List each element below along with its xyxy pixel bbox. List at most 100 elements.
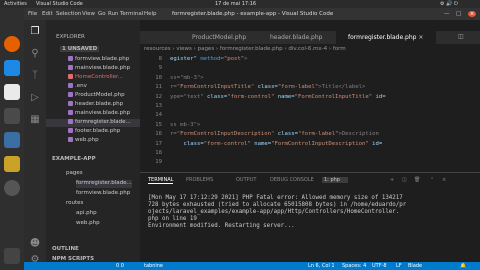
- text-editor-icon[interactable]: [4, 156, 20, 172]
- tree-item[interactable]: routes: [66, 200, 83, 208]
- open-editor-item[interactable]: ProductModel.php: [68, 92, 125, 100]
- open-editor-item[interactable]: .env: [68, 83, 87, 91]
- editor-tabs: ProductModel.php header.blade.php formre…: [140, 31, 480, 44]
- tree-label: formview.blade.php: [76, 190, 131, 196]
- tab-problems[interactable]: PROBLEMS: [186, 177, 213, 183]
- project-folder-header[interactable]: EXAMPLE-APP: [52, 156, 96, 162]
- problems-count[interactable]: 0 0: [116, 263, 124, 269]
- minimize-icon[interactable]: —: [444, 11, 450, 17]
- open-editor-item[interactable]: web.php: [68, 137, 99, 145]
- menu-file[interactable]: File: [28, 11, 37, 17]
- code-token: egister": [170, 56, 197, 62]
- app-grid-icon[interactable]: [4, 248, 20, 264]
- activities-label[interactable]: Activities: [4, 1, 27, 7]
- tab-terminal[interactable]: TERMINAL: [148, 177, 174, 184]
- split-terminal-icon[interactable]: ◫: [402, 177, 407, 183]
- open-editor-item[interactable]: mainview.blade.php: [68, 65, 130, 73]
- tree-item[interactable]: pages: [66, 170, 83, 178]
- code-token: FormControlInputTitle: [180, 84, 251, 91]
- menu-edit[interactable]: Edit: [42, 11, 53, 17]
- vscode-icon[interactable]: [4, 60, 20, 76]
- menu-selection[interactable]: Selection: [56, 11, 81, 17]
- line-number: 11: [155, 84, 162, 91]
- cursor-position[interactable]: Ln 6, Col 1: [308, 263, 335, 269]
- tab-productmodel[interactable]: ProductModel.php: [180, 31, 258, 44]
- code-editor[interactable]: 8 egister" method="post"> 9 10 ss="mb-3"> 11 r…: [140, 54, 480, 172]
- search-icon[interactable]: ⚲: [29, 48, 41, 60]
- code-line[interactable]: ype="text" class="form-control" name="Fo…: [170, 94, 386, 100]
- menu-help[interactable]: Help: [144, 11, 157, 17]
- code-token: method=: [196, 56, 224, 62]
- line-number: 17: [155, 140, 162, 147]
- tree-item[interactable]: web.php: [76, 220, 100, 228]
- tree-label: web.php: [76, 220, 100, 226]
- source-control-icon[interactable]: ᛉ: [29, 70, 41, 82]
- open-editor-item[interactable]: formview.blade.php: [68, 56, 129, 64]
- extensions-icon[interactable]: ▦: [29, 114, 41, 126]
- close-tab-icon[interactable]: ×: [418, 34, 423, 41]
- file-type-icon: [68, 101, 73, 106]
- clock[interactable]: 17 de mai 17:16: [215, 1, 256, 7]
- menu-run[interactable]: Run: [108, 11, 119, 17]
- tab-output[interactable]: OUTPUT: [236, 177, 256, 183]
- maximize-panel-icon[interactable]: ⌃: [430, 177, 434, 183]
- file-label: mainview.blade.php: [75, 65, 131, 71]
- code-line[interactable]: r="FormControlInputTitle" class="form-la…: [170, 84, 365, 90]
- breadcrumb[interactable]: resources › views › pages › formregister…: [140, 44, 480, 54]
- code-line[interactable]: ss="mb-3">: [170, 75, 204, 81]
- open-editor-item[interactable]: footer.blade.php: [68, 128, 120, 136]
- notifications-icon[interactable]: 🔔: [460, 263, 466, 269]
- close-icon[interactable]: ×: [468, 11, 476, 17]
- add-terminal-icon[interactable]: +: [390, 177, 394, 183]
- menu-go[interactable]: Go: [98, 11, 106, 17]
- indentation[interactable]: Spaces: 4: [342, 263, 366, 269]
- tab-debug-console[interactable]: DEBUG CONSOLE: [270, 177, 314, 183]
- tree-item[interactable]: formview.blade.php: [76, 190, 130, 198]
- firefox-icon[interactable]: [4, 36, 20, 52]
- file-type-icon: [68, 128, 73, 133]
- tree-item[interactable]: formregister.blade...: [76, 180, 132, 188]
- tab-header[interactable]: header.blade.php: [258, 31, 336, 44]
- code-token: ": [250, 84, 258, 91]
- code-line[interactable]: egister" method="post">: [170, 56, 248, 62]
- close-panel-icon[interactable]: ×: [442, 177, 446, 183]
- open-editor-item[interactable]: header.blade.php: [68, 101, 123, 109]
- language-mode[interactable]: Blade: [408, 263, 422, 269]
- open-editor-item[interactable]: mainview.blade.php: [68, 110, 130, 118]
- open-editors-header[interactable]: 1 UNSAVED: [60, 46, 100, 52]
- tree-item[interactable]: api.php: [76, 210, 97, 218]
- obs-icon[interactable]: [4, 180, 20, 196]
- encoding[interactable]: UTF-8: [372, 263, 387, 269]
- open-editor-item[interactable]: HomeController...: [68, 74, 123, 82]
- trash-icon[interactable]: 🗑: [414, 177, 420, 183]
- terminal-shell-select[interactable]: 1: php: [322, 177, 348, 183]
- run-debug-icon[interactable]: ▷: [29, 92, 41, 104]
- explorer-icon[interactable]: ❐: [29, 26, 41, 38]
- split-editor-icon[interactable]: ◫: [458, 33, 464, 40]
- account-icon[interactable]: ☻: [29, 238, 41, 250]
- files-icon[interactable]: [4, 84, 20, 100]
- menu-terminal[interactable]: Terminal: [120, 11, 143, 17]
- code-line[interactable]: class="form-control" name="FormControlIn…: [170, 141, 382, 147]
- document-icon[interactable]: [4, 132, 20, 148]
- file-type-icon: [68, 119, 73, 124]
- terminal-panel: TERMINAL PROBLEMS OUTPUT DEBUG CONSOLE 1…: [140, 172, 480, 246]
- tabnine-status[interactable]: tabnine: [144, 263, 163, 269]
- terminal-output[interactable]: [Mon May 17 17:12:29 2021] PHP Fatal err…: [148, 195, 478, 230]
- code-line[interactable]: ss mb-3">: [170, 122, 200, 128]
- code-line[interactable]: r="FormControlInputDescription" class="f…: [170, 131, 379, 137]
- open-editor-item[interactable]: formregister.blade...: [46, 119, 140, 127]
- tree-label: formregister.blade...: [76, 180, 132, 186]
- menu-view[interactable]: View: [82, 11, 95, 17]
- tab-formregister[interactable]: formregister.blade.php ×: [336, 31, 436, 44]
- tray-icons[interactable]: ⚙ 🔊 ⏻: [440, 1, 458, 7]
- eol[interactable]: LF: [396, 263, 402, 269]
- code-token: id=: [372, 93, 386, 100]
- terminal-icon[interactable]: [4, 108, 20, 124]
- file-type-icon: [68, 56, 73, 61]
- code-token: r=": [170, 84, 181, 91]
- maximize-icon[interactable]: □: [456, 11, 461, 17]
- outline-section[interactable]: OUTLINE: [52, 246, 79, 252]
- file-label: ProductModel.php: [75, 92, 125, 98]
